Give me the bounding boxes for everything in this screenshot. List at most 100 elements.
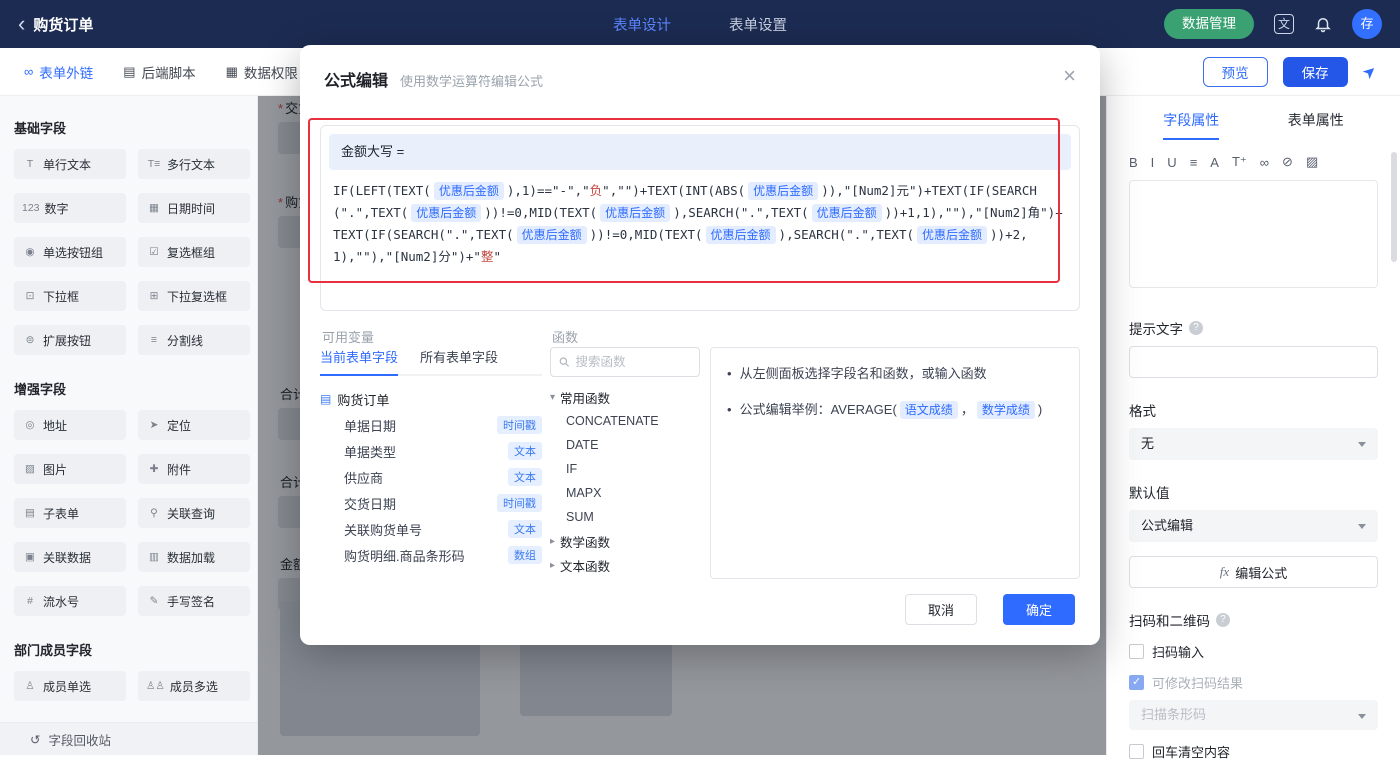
form-link-button[interactable]: ∞ 表单外链: [24, 62, 93, 82]
functions-panel: ▾ 常用函数 CONCATENATEDATEIFMAPXSUM ▸ 数学函数 ▸ 文本函数: [550, 347, 700, 579]
sidebar-field-attachment[interactable]: ✚ 附件: [138, 454, 250, 484]
close-icon[interactable]: ×: [1063, 63, 1076, 89]
help-icon[interactable]: [1189, 321, 1203, 335]
confirm-button[interactable]: 确定: [1003, 594, 1075, 625]
variable-item[interactable]: 交货日期 时间戳: [320, 490, 542, 516]
sidebar-field-member-multi[interactable]: ♙♙ 成员多选: [138, 671, 250, 701]
sidebar-field-radio-group[interactable]: ◉ 单选按钮组: [14, 237, 126, 267]
share-icon[interactable]: ➤: [1358, 60, 1381, 84]
sidebar-field-address[interactable]: ◎ 地址: [14, 410, 126, 440]
cancel-button[interactable]: 取消: [905, 594, 977, 625]
sidebar-field-number[interactable]: 123 数字: [14, 193, 126, 223]
sidebar-field-image[interactable]: ▨ 图片: [14, 454, 126, 484]
field-chip[interactable]: 优惠后金额: [748, 182, 819, 200]
back-icon[interactable]: ‹: [18, 13, 25, 35]
sidebar-field-single-line-text[interactable]: T 单行文本: [14, 149, 126, 179]
unlink-icon[interactable]: ⊘: [1282, 154, 1293, 170]
field-chip[interactable]: 优惠后金额: [433, 182, 504, 200]
field-title-editor[interactable]: [1129, 180, 1378, 288]
sidebar-field-signature[interactable]: ✎ 手写签名: [138, 586, 250, 616]
sidebar-field-member-single[interactable]: ♙ 成员单选: [14, 671, 126, 701]
variable-item[interactable]: 单据类型 文本: [320, 438, 542, 464]
sidebar-section-title: 部门成员字段: [14, 643, 93, 658]
function-group[interactable]: ▸ 文本函数: [550, 553, 700, 577]
save-button[interactable]: 保存: [1282, 57, 1348, 87]
function-item[interactable]: CONCATENATE: [550, 409, 700, 433]
hint-text-input[interactable]: [1129, 346, 1378, 378]
sidebar-field-multi-line-text[interactable]: T≡ 多行文本: [138, 149, 250, 179]
edit-formula-button[interactable]: fx 编辑公式: [1129, 556, 1378, 588]
default-value-select[interactable]: 公式编辑: [1129, 510, 1378, 542]
function-item[interactable]: IF: [550, 457, 700, 481]
backend-script-button[interactable]: ▤ 后端脚本: [123, 62, 195, 82]
tab-form-properties[interactable]: 表单属性: [1288, 110, 1344, 140]
sidebar-field-extend-button[interactable]: ⊜ 扩展按钮: [14, 325, 126, 355]
function-item[interactable]: DATE: [550, 433, 700, 457]
tab-form-design[interactable]: 表单设计: [613, 14, 671, 35]
underline-icon[interactable]: U: [1167, 155, 1176, 170]
scan-barcode-select[interactable]: 扫描条形码: [1129, 700, 1378, 730]
recycle-label: 字段回收站: [48, 733, 111, 748]
italic-icon[interactable]: I: [1151, 155, 1155, 170]
variable-name: 购货明细.商品条形码: [344, 548, 465, 564]
enter-clear-checkbox[interactable]: [1129, 744, 1144, 759]
field-chip[interactable]: 优惠后金额: [600, 204, 671, 222]
align-icon[interactable]: ≡: [1190, 155, 1198, 170]
bold-icon[interactable]: B: [1129, 155, 1138, 170]
format-value: 无: [1141, 436, 1155, 451]
preview-button[interactable]: 预览: [1202, 57, 1268, 87]
variable-item[interactable]: 供应商 文本: [320, 464, 542, 490]
help-icon[interactable]: [1216, 613, 1230, 627]
scrollbar[interactable]: [1391, 152, 1397, 262]
variable-root[interactable]: ▤ 购货订单: [320, 386, 542, 412]
sidebar-field-linked-query[interactable]: ⚲ 关联查询: [138, 498, 250, 528]
field-chip[interactable]: 优惠后金额: [917, 226, 988, 244]
function-search-input[interactable]: [575, 355, 691, 369]
sidebar-field-divider[interactable]: ≡ 分割线: [138, 325, 250, 355]
field-chip[interactable]: 优惠后金额: [705, 226, 776, 244]
avatar[interactable]: 存: [1352, 9, 1382, 39]
function-group[interactable]: ▾ 常用函数: [550, 385, 700, 409]
function-item[interactable]: MAPX: [550, 481, 700, 505]
data-manage-button[interactable]: 数据管理: [1164, 9, 1254, 39]
format-select[interactable]: 无: [1129, 428, 1378, 460]
sidebar-field-subform[interactable]: ▤ 子表单: [14, 498, 126, 528]
sidebar-field-serial-number[interactable]: # 流水号: [14, 586, 126, 616]
tab-current-form-fields[interactable]: 当前表单字段: [320, 347, 399, 376]
formula-code[interactable]: IF(LEFT(TEXT(优惠后金额),1)=="-","负","")+TEXT…: [329, 170, 1071, 278]
image-icon[interactable]: ▨: [1306, 154, 1318, 170]
field-chip[interactable]: 优惠后金额: [811, 204, 882, 222]
sidebar-field-location[interactable]: ➤ 定位: [138, 410, 250, 440]
sidebar-field-datetime[interactable]: ▦ 日期时间: [138, 193, 250, 223]
tab-all-form-fields[interactable]: 所有表单字段: [420, 347, 498, 374]
scan-input-checkbox[interactable]: [1129, 644, 1144, 659]
formula-text: 整: [480, 249, 494, 264]
sidebar-field-checkbox-group[interactable]: ☑ 复选框组: [138, 237, 250, 267]
tab-field-properties[interactable]: 字段属性: [1163, 110, 1220, 140]
formula-editor[interactable]: 金额大写 = IF(LEFT(TEXT(优惠后金额),1)=="-","负","…: [320, 125, 1080, 311]
link-icon[interactable]: ∞: [1260, 155, 1269, 170]
variable-item[interactable]: 关联购货单号 文本: [320, 516, 542, 542]
function-search[interactable]: [550, 347, 700, 377]
variable-item[interactable]: 购货明细.商品条形码 数组: [320, 542, 542, 568]
function-group[interactable]: ▸ 数学函数: [550, 529, 700, 553]
field-chip[interactable]: 优惠后金额: [411, 204, 482, 222]
field-recycle-bin[interactable]: ↺ 字段回收站: [0, 722, 257, 755]
formula-text: 负: [589, 183, 603, 198]
main-tabs: 表单设计 表单设置: [613, 14, 787, 35]
sidebar-field-linked-data[interactable]: ▣ 关联数据: [14, 542, 126, 572]
sidebar-field-dropdown[interactable]: ⊡ 下拉框: [14, 281, 126, 311]
sidebar-field-data-load[interactable]: ▥ 数据加载: [138, 542, 250, 572]
variable-name: 供应商: [344, 470, 384, 486]
function-item[interactable]: SUM: [550, 505, 700, 529]
bell-icon[interactable]: [1314, 15, 1332, 33]
font-size-icon[interactable]: T⁺: [1232, 154, 1247, 170]
data-permission-button[interactable]: ▦ 数据权限: [226, 62, 298, 82]
font-color-icon[interactable]: A: [1210, 155, 1219, 170]
language-icon[interactable]: 文: [1274, 14, 1294, 34]
variable-item[interactable]: 单据日期 时间戳: [320, 412, 542, 438]
tab-form-settings[interactable]: 表单设置: [729, 14, 787, 35]
field-chip[interactable]: 优惠后金额: [516, 226, 587, 244]
modify-scan-checkbox[interactable]: [1129, 675, 1144, 690]
sidebar-field-dropdown-multi[interactable]: ⊞ 下拉复选框: [138, 281, 250, 311]
